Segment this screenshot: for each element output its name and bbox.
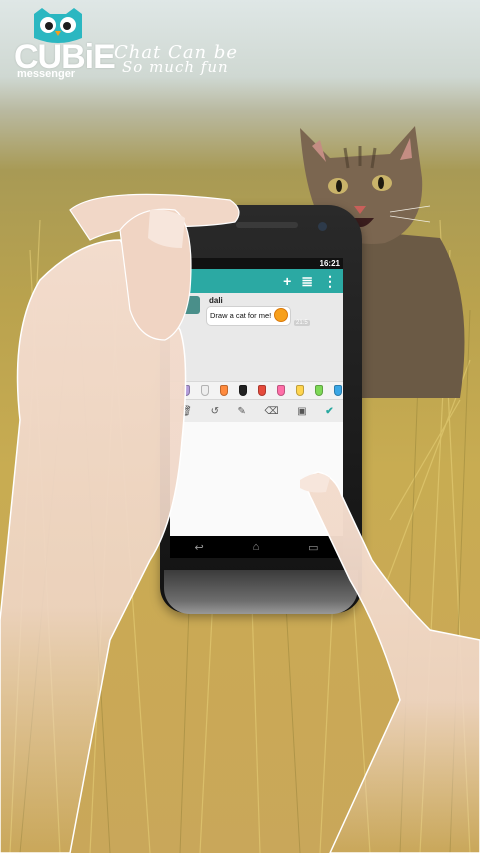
hand-illustration [0,193,480,853]
scene: { "brand": {"name": "CUBiE", "sub": "mes… [0,0,480,853]
